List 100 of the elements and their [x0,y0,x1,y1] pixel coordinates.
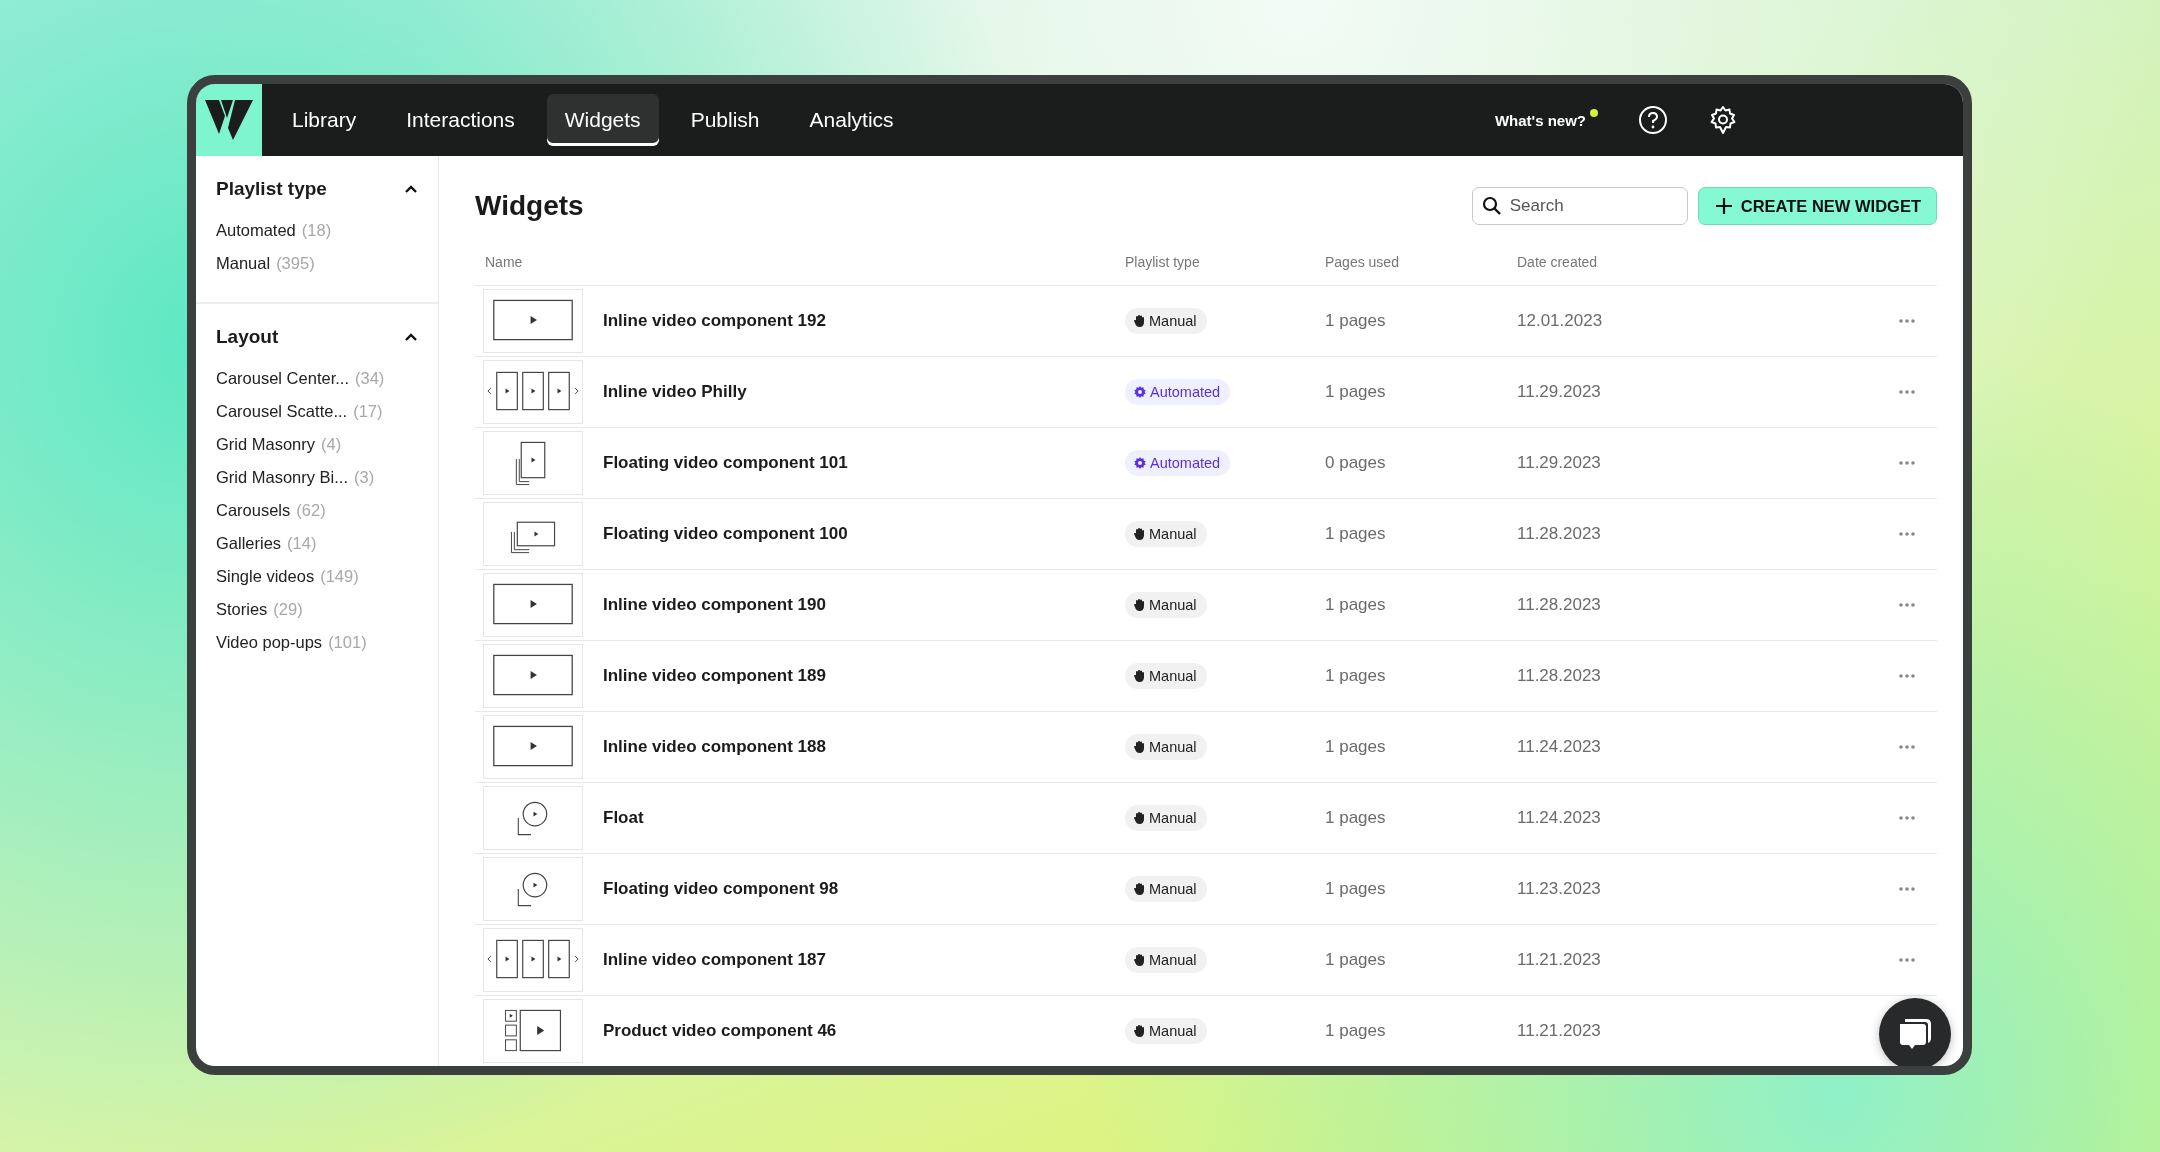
table-cell: 11.21.2023 [1517,950,1601,970]
more-icon[interactable] [1899,816,1915,820]
filter-option[interactable]: Grid Masonry [216,435,316,454]
playlist-badge: Manual [1125,947,1207,973]
more-icon[interactable] [1899,319,1915,323]
widget-name[interactable]: Inline video component 190 [603,595,826,615]
table-cell: 12.01.2023 [1517,311,1603,331]
more-icon[interactable] [1899,958,1915,962]
filter-option[interactable]: Carousels [216,501,291,520]
widget-thumbnail-icon [483,786,583,850]
filter-option[interactable]: Carousel Scatte... [216,402,348,421]
widget-name[interactable]: Inline video component 189 [603,666,826,686]
column-header: Date created [1517,254,1598,270]
hand-icon [1134,883,1145,895]
table-cell: 1 pages [1325,737,1386,757]
column-header: Playlist type [1125,254,1200,270]
column-header: Pages used [1325,254,1399,270]
table-cell: 1 pages [1325,666,1386,686]
plus-icon [1714,197,1733,215]
filter-heading: Playlist type [216,178,327,200]
table-cell: 11.29.2023 [1517,382,1601,402]
filter-count: (62) [296,501,326,520]
filter-option[interactable]: Carousel Center... [216,369,349,388]
table-cell: 11.24.2023 [1517,808,1601,828]
whats-new-link[interactable]: What's new? [1494,111,1586,129]
table-cell: 1 pages [1325,524,1386,544]
more-icon[interactable] [1899,603,1915,607]
more-icon[interactable] [1899,674,1915,678]
filter-heading: Layout [216,326,279,348]
widget-thumbnail-icon [483,431,583,495]
playlist-badge: Manual [1125,876,1207,902]
more-icon[interactable] [1899,390,1915,394]
nav-tab[interactable]: Library [274,94,375,146]
table-cell: 1 pages [1325,311,1386,331]
table-cell: 11.28.2023 [1517,666,1601,686]
table-cell: 11.21.2023 [1517,1021,1601,1041]
chevron-up-icon[interactable] [404,184,418,194]
more-icon[interactable] [1899,745,1915,749]
table-cell: 0 pages [1325,453,1386,473]
widget-thumbnail-icon [483,928,583,992]
playlist-badge: Automated [1125,379,1231,405]
nav-tab[interactable]: Publish [672,94,778,146]
widget-thumbnail-icon [483,360,583,424]
filter-option[interactable]: Galleries [216,534,282,553]
more-icon[interactable] [1899,532,1915,536]
help-icon[interactable] [1638,105,1668,135]
filter-option[interactable]: Video pop-ups [216,633,323,652]
table-cell: 1 pages [1325,595,1386,615]
filter-option[interactable]: Automated [216,221,296,240]
filter-count: (14) [287,534,317,553]
filter-count: (18) [301,221,332,240]
table-cell: 11.24.2023 [1517,737,1601,757]
filter-option[interactable]: Stories [216,600,268,619]
hand-icon [1134,741,1145,753]
filter-count: (101) [328,633,367,652]
widget-thumbnail-icon [483,502,583,566]
table-cell: 1 pages [1325,950,1386,970]
playlist-badge: Manual [1125,1018,1207,1044]
widget-name[interactable]: Floating video component 101 [603,453,848,473]
filter-count: (149) [320,567,359,586]
filter-option[interactable]: Single videos [216,567,315,586]
widget-name[interactable]: Floating video component 100 [603,524,848,544]
more-icon[interactable] [1899,461,1915,465]
create-widget-button[interactable]: CREATE NEW WIDGET [1697,187,1937,225]
filter-count: (29) [273,600,303,619]
settings-icon[interactable] [1708,105,1738,135]
logo-icon[interactable] [196,84,262,156]
search-field[interactable]: Search [1471,187,1688,225]
nav-tab[interactable]: Analytics [791,94,912,146]
widget-name[interactable]: Inline video component 188 [603,737,826,757]
filter-count: (34) [355,369,385,388]
chevron-up-icon[interactable] [404,332,418,342]
widget-thumbnail-icon [483,289,583,353]
widget-name[interactable]: Floating video component 98 [603,879,839,899]
table-cell: 11.29.2023 [1517,453,1601,473]
widget-name[interactable]: Inline video component 192 [603,311,826,331]
table-cell: 1 pages [1325,1021,1386,1041]
table-cell: 1 pages [1325,879,1386,899]
playlist-badge: Manual [1125,734,1207,760]
playlist-badge: Manual [1125,663,1207,689]
filter-count: (17) [353,402,383,421]
gear-icon [1134,386,1146,398]
widget-name[interactable]: Float [603,808,644,828]
filter-option[interactable]: Manual [216,254,271,273]
nav-tab[interactable]: Widgets [546,94,659,146]
nav-tab[interactable]: Interactions [388,94,533,146]
hand-icon [1134,812,1145,824]
hand-icon [1134,315,1145,327]
chat-button[interactable] [1879,998,1951,1066]
filter-option[interactable]: Grid Masonry Bi... [216,468,349,487]
hand-icon [1134,1025,1145,1037]
table-cell: 11.28.2023 [1517,595,1601,615]
widget-name[interactable]: Product video component 46 [603,1021,837,1041]
widget-name[interactable]: Inline video Philly [603,382,747,402]
table-cell: 11.23.2023 [1517,879,1601,899]
widget-name[interactable]: Inline video component 187 [603,950,826,970]
widget-thumbnail-icon [483,644,583,708]
page-title: Widgets [475,190,584,222]
widget-thumbnail-icon [483,857,583,921]
more-icon[interactable] [1899,887,1915,891]
